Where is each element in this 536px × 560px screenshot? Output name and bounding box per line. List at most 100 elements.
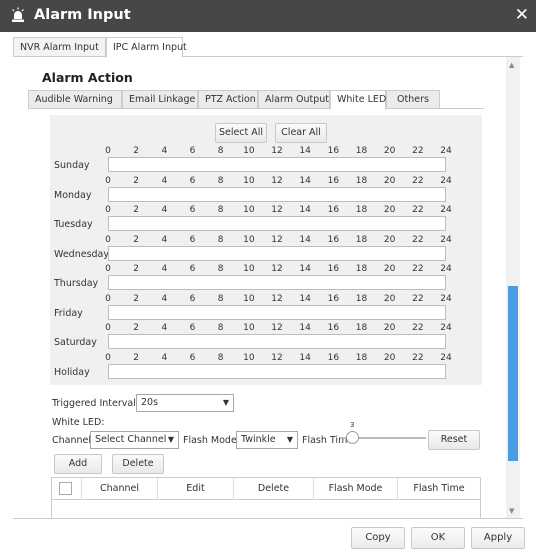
- triggered-interval-value: 20s: [141, 397, 159, 408]
- schedule-bar-holiday[interactable]: [108, 363, 446, 379]
- hour-tick-label: 10: [243, 234, 255, 245]
- hour-tick-label: 4: [161, 293, 168, 304]
- hour-tick-label: 18: [355, 264, 368, 274]
- hour-tick-label: 18: [355, 234, 368, 245]
- hour-tick-label: 4: [161, 205, 168, 215]
- hour-tick-label: 2: [133, 293, 140, 304]
- hour-tick-label: 6: [189, 234, 196, 245]
- hour-tick-label: 16: [327, 293, 340, 304]
- hour-tick-label: 0: [105, 234, 111, 245]
- schedule-bar-monday[interactable]: [108, 186, 446, 202]
- channel-select-value: Select Channel: [95, 434, 167, 445]
- hour-tick-label: 8: [217, 352, 224, 363]
- hour-tick-label: 20: [383, 146, 396, 156]
- vertical-scrollbar[interactable]: ▲ ▼: [506, 57, 520, 519]
- hour-tick-label: 14: [299, 323, 311, 333]
- hour-tick-label: 22: [412, 264, 424, 274]
- chevron-down-icon: ▼: [222, 398, 229, 407]
- hour-tick-label: 18: [355, 293, 368, 304]
- hour-tick-label: 2: [133, 234, 140, 245]
- hour-tick-label: 14: [299, 205, 311, 215]
- scrollbar-thumb[interactable]: [508, 286, 518, 461]
- chevron-down-icon: ▼: [286, 435, 293, 444]
- hour-tick-label: 14: [299, 264, 311, 274]
- tab-others[interactable]: Others: [386, 90, 440, 109]
- hour-tick-label: 0: [105, 352, 111, 363]
- add-button[interactable]: Add: [54, 454, 102, 474]
- tab-white-led[interactable]: White LED: [330, 90, 386, 110]
- channel-select[interactable]: Select Channel ▼: [90, 431, 179, 449]
- tab-audible-warning[interactable]: Audible Warning: [28, 90, 122, 109]
- hour-tick-label: 2: [133, 146, 140, 156]
- select-all-button[interactable]: Select All: [215, 123, 267, 143]
- scroll-up-icon[interactable]: ▲: [509, 61, 514, 69]
- tab-ipc-alarm-input[interactable]: IPC Alarm Input: [106, 37, 187, 58]
- hour-tick-label: 12: [271, 323, 283, 333]
- hour-tick-label: 16: [327, 264, 340, 274]
- hour-tick-label: 12: [271, 293, 283, 304]
- flash-mode-label: Flash Mode: [183, 435, 237, 446]
- hour-tick-label: 10: [243, 205, 255, 215]
- table-header: Channel Edit Delete Flash Mode Flash Tim…: [52, 478, 480, 500]
- hour-tick-label: 12: [271, 175, 283, 186]
- hour-tick-label: 4: [161, 264, 168, 274]
- ok-button[interactable]: OK: [411, 527, 465, 549]
- schedule-bar-friday[interactable]: [108, 304, 446, 320]
- copy-button[interactable]: Copy: [351, 527, 405, 549]
- schedule-bar-sunday[interactable]: [108, 157, 446, 172]
- tab-email-linkage[interactable]: Email Linkage: [122, 90, 198, 109]
- schedule-bar-saturday[interactable]: [108, 334, 446, 349]
- schedule-bar-wednesday[interactable]: [108, 245, 446, 261]
- column-flash-mode: Flash Mode: [314, 478, 398, 500]
- hour-tick-label: 24: [440, 352, 452, 363]
- delete-button[interactable]: Delete: [112, 454, 164, 474]
- hour-tick-label: 10: [243, 323, 255, 333]
- hour-tick-label: 12: [271, 264, 283, 274]
- hour-tick-label: 24: [440, 293, 452, 304]
- clear-all-button[interactable]: Clear All: [275, 123, 327, 143]
- hour-tick-label: 18: [355, 175, 368, 186]
- hour-tick-label: 22: [412, 146, 424, 156]
- hour-tick-label: 22: [412, 175, 424, 186]
- close-icon[interactable]: ✕: [515, 5, 529, 25]
- hour-tick-label: 0: [105, 293, 111, 304]
- column-delete: Delete: [234, 478, 314, 500]
- hour-tick-label: 22: [412, 293, 424, 304]
- hour-tick-label: 10: [243, 175, 255, 186]
- hour-tick-label: 14: [299, 146, 311, 156]
- tab-ptz-action[interactable]: PTZ Action: [198, 90, 258, 109]
- hour-tick-label: 4: [161, 175, 168, 186]
- schedule-bar-tuesday[interactable]: [108, 216, 446, 231]
- hour-tick-label: 6: [189, 146, 196, 156]
- schedule-bar-thursday[interactable]: [108, 275, 446, 290]
- hour-tick-label: 6: [189, 323, 196, 333]
- hour-tick-label: 10: [243, 264, 255, 274]
- tab-nvr-alarm-input[interactable]: NVR Alarm Input: [13, 37, 106, 57]
- hour-tick-label: 20: [383, 205, 396, 215]
- hour-tick-label: 22: [412, 352, 424, 363]
- apply-button[interactable]: Apply: [471, 527, 525, 549]
- hour-tick-label: 18: [355, 146, 368, 156]
- hour-tick-label: 16: [327, 175, 340, 186]
- hour-tick-label: 8: [217, 234, 224, 245]
- hour-tick-label: 12: [271, 352, 283, 363]
- triggered-interval-select[interactable]: 20s ▼: [136, 394, 234, 412]
- column-channel: Channel: [82, 478, 158, 500]
- hour-tick-label: 12: [271, 234, 283, 245]
- header-checkbox-cell: [52, 478, 82, 500]
- hour-tick-label: 6: [189, 264, 196, 274]
- hour-tick-label: 2: [133, 352, 140, 363]
- tab-alarm-output[interactable]: Alarm Output: [258, 90, 330, 109]
- window-title: Alarm Input: [34, 7, 131, 23]
- hour-tick-label: 18: [355, 352, 368, 363]
- title-bar: Alarm Input ✕: [0, 0, 536, 32]
- hour-tick-label: 22: [412, 323, 424, 333]
- scroll-down-icon[interactable]: ▼: [509, 507, 514, 515]
- select-all-checkbox[interactable]: [59, 482, 72, 495]
- reset-button[interactable]: Reset: [428, 430, 480, 450]
- hour-tick-label: 24: [440, 205, 452, 215]
- flash-time-slider-handle[interactable]: [346, 431, 359, 444]
- content-bottom-border: [13, 518, 523, 519]
- flash-mode-select[interactable]: Twinkle ▼: [236, 431, 298, 449]
- flash-time-value: 3: [350, 421, 355, 429]
